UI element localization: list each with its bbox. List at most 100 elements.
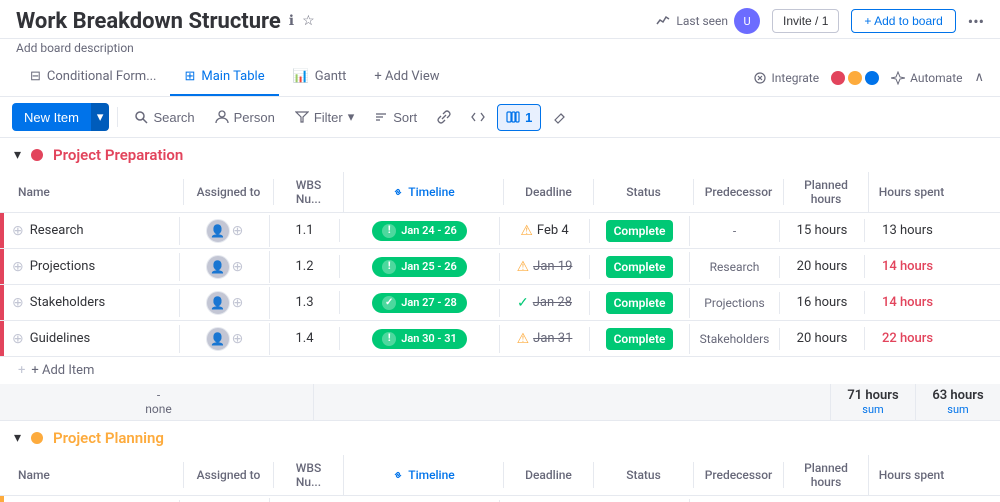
col-header-status-planning: Status	[594, 462, 694, 488]
add-item-icon: +	[18, 363, 25, 378]
avatar-research[interactable]: 👤	[206, 219, 230, 243]
sort-icon	[374, 110, 388, 124]
sort-button[interactable]: Sort	[366, 105, 425, 130]
avatar-guidelines[interactable]: 👤	[206, 327, 230, 351]
tab-conditional-form[interactable]: ⊟ Conditional Form...	[16, 59, 170, 96]
cell-hours-spent-stakeholders: 14 hours	[865, 291, 950, 314]
add-to-board-button[interactable]: + Add to board	[851, 9, 955, 33]
sum-cell-planned: 71 hours sum	[830, 384, 915, 420]
col-header-deadline: Deadline	[504, 179, 594, 205]
col-header-name-planning: Name	[4, 462, 184, 488]
add-assigned-icon[interactable]: ⊕	[232, 259, 244, 275]
col-header-timeline-planning: Timeline	[344, 462, 504, 488]
row-add-icon[interactable]: ⊕	[12, 331, 24, 347]
avatar-stakeholders[interactable]: 👤	[206, 291, 230, 315]
group-toggle-preparation[interactable]: ▾	[14, 147, 21, 163]
last-seen-label: Last seen U	[656, 8, 760, 34]
cell-timeline-projections[interactable]: ! Jan 25 - 26	[340, 253, 500, 281]
col-header-name: Name	[4, 179, 184, 205]
row-add-icon[interactable]: ⊕	[12, 223, 24, 239]
group-toggle-planning[interactable]: ▾	[14, 430, 21, 446]
group-color-indicator-pink	[29, 147, 45, 163]
top-header: Work Breakdown Structure ℹ ☆ Last seen U…	[0, 0, 1000, 39]
cell-wbs-research: 1.1	[270, 219, 340, 242]
tab-gantt[interactable]: 📊 Gantt	[279, 59, 361, 96]
add-assigned-icon[interactable]: ⊕	[232, 295, 244, 311]
cell-planned-projections: 20 hours	[780, 255, 865, 278]
cell-status-goal-setting[interactable]: Complete	[590, 499, 690, 502]
col-header-wbs-planning: WBS Nu...	[274, 455, 344, 495]
link-button[interactable]	[429, 105, 459, 129]
board-subtitle[interactable]: Add board description	[0, 39, 1000, 59]
table-row: ⊕ Projections 👤 ⊕ 1.2 ! Jan 25 - 26 ⚠ Ja…	[0, 249, 1000, 285]
cell-wbs-stakeholders: 1.3	[270, 291, 340, 314]
person-button[interactable]: Person	[207, 105, 283, 130]
new-item-caret[interactable]: ▾	[91, 103, 110, 131]
collapse-icon[interactable]: ∧	[974, 70, 984, 85]
filter-button[interactable]: Filter ▾	[287, 104, 362, 130]
columns-icon	[506, 110, 520, 124]
automate-icon	[891, 71, 905, 85]
group-header-preparation: ▾ Project Preparation	[0, 138, 1000, 172]
color-dot-orange	[848, 71, 862, 85]
tab-main-table[interactable]: ⊞ Main Table	[170, 59, 278, 96]
col-header-planned-planning: Planned hours	[784, 455, 869, 495]
timeline-bar-guidelines: ! Jan 30 - 31	[372, 329, 467, 349]
cell-pred-guidelines: Stakeholders	[690, 328, 780, 350]
cell-deadline-research: ⚠ Feb 4	[500, 219, 590, 243]
cell-name-projections: ⊕ Projections	[4, 253, 180, 281]
cell-pred-research: -	[690, 220, 780, 242]
tab-add-view[interactable]: + Add View	[360, 59, 453, 96]
col-header-status: Status	[594, 179, 694, 205]
columns-button[interactable]: 1	[497, 104, 541, 131]
star-icon[interactable]: ☆	[302, 13, 315, 29]
cell-status-guidelines[interactable]: Complete	[590, 324, 690, 354]
add-item-preparation[interactable]: + + Add Item	[0, 357, 1000, 384]
col-header-planned: Planned hours	[784, 172, 869, 212]
color-dot-blue	[865, 71, 879, 85]
cell-status-stakeholders[interactable]: Complete	[590, 288, 690, 318]
deadline-warn-icon: ⚠	[520, 223, 533, 239]
sum-row-preparation: - none 71 hours sum 63 hours sum	[0, 384, 1000, 421]
tab-list: ⊟ Conditional Form... ⊞ Main Table 📊 Gan…	[16, 59, 453, 96]
cell-hours-spent-projections: 14 hours	[865, 255, 950, 278]
timeline-link-icon	[392, 186, 404, 198]
col-header-hours-spent-planning: Hours spent	[869, 462, 954, 488]
edit-button[interactable]	[545, 105, 575, 129]
person-filter-icon	[215, 110, 229, 124]
add-assigned-icon[interactable]: ⊕	[232, 331, 244, 347]
filter-icon	[295, 110, 309, 124]
col-header-predecessor-planning: Predecessor	[694, 462, 784, 488]
activity-icon	[656, 14, 670, 28]
col-headers-preparation: Name Assigned to WBS Nu... Timeline Dead…	[0, 172, 1000, 213]
col-header-predecessor: Predecessor	[694, 179, 784, 205]
automate-button[interactable]: Automate	[891, 71, 962, 85]
sum-cell-none: - none	[4, 384, 314, 420]
cell-timeline-research[interactable]: ! Jan 24 - 26	[340, 217, 500, 245]
group-title-planning: Project Planning	[53, 429, 164, 447]
cell-timeline-guidelines[interactable]: ! Jan 30 - 31	[340, 325, 500, 353]
search-button[interactable]: Search	[126, 105, 202, 130]
cell-deadline-guidelines: ⚠ Jan 31	[500, 327, 590, 351]
col-header-wbs: WBS Nu...	[274, 172, 344, 212]
row-add-icon[interactable]: ⊕	[12, 295, 24, 311]
color-dots	[831, 71, 879, 85]
cell-assigned-stakeholders: 👤 ⊕	[180, 287, 270, 319]
row-add-icon[interactable]: ⊕	[12, 259, 24, 275]
more-options-icon[interactable]: •••	[968, 12, 984, 31]
cell-planned-research: 15 hours	[780, 219, 865, 242]
avatar-projections[interactable]: 👤	[206, 255, 230, 279]
cell-status-projections[interactable]: Complete	[590, 252, 690, 282]
cell-status-research[interactable]: Complete	[590, 216, 690, 246]
cell-timeline-stakeholders[interactable]: ✓ Jan 27 - 28	[340, 289, 500, 317]
new-item-button[interactable]: New Item ▾	[12, 103, 109, 131]
table-row: ⊕ Guidelines 👤 ⊕ 1.4 ! Jan 30 - 31 ⚠ Jan…	[0, 321, 1000, 357]
info-icon[interactable]: ℹ	[289, 13, 294, 29]
embed-button[interactable]	[463, 105, 493, 129]
sum-dash: -	[157, 388, 160, 402]
cell-name-stakeholders: ⊕ Stakeholders	[4, 289, 180, 317]
timeline-bar-stakeholders: ✓ Jan 27 - 28	[372, 293, 467, 313]
add-assigned-icon[interactable]: ⊕	[232, 223, 244, 239]
invite-button[interactable]: Invite / 1	[772, 9, 839, 33]
integrate-button[interactable]: Integrate	[753, 71, 820, 85]
